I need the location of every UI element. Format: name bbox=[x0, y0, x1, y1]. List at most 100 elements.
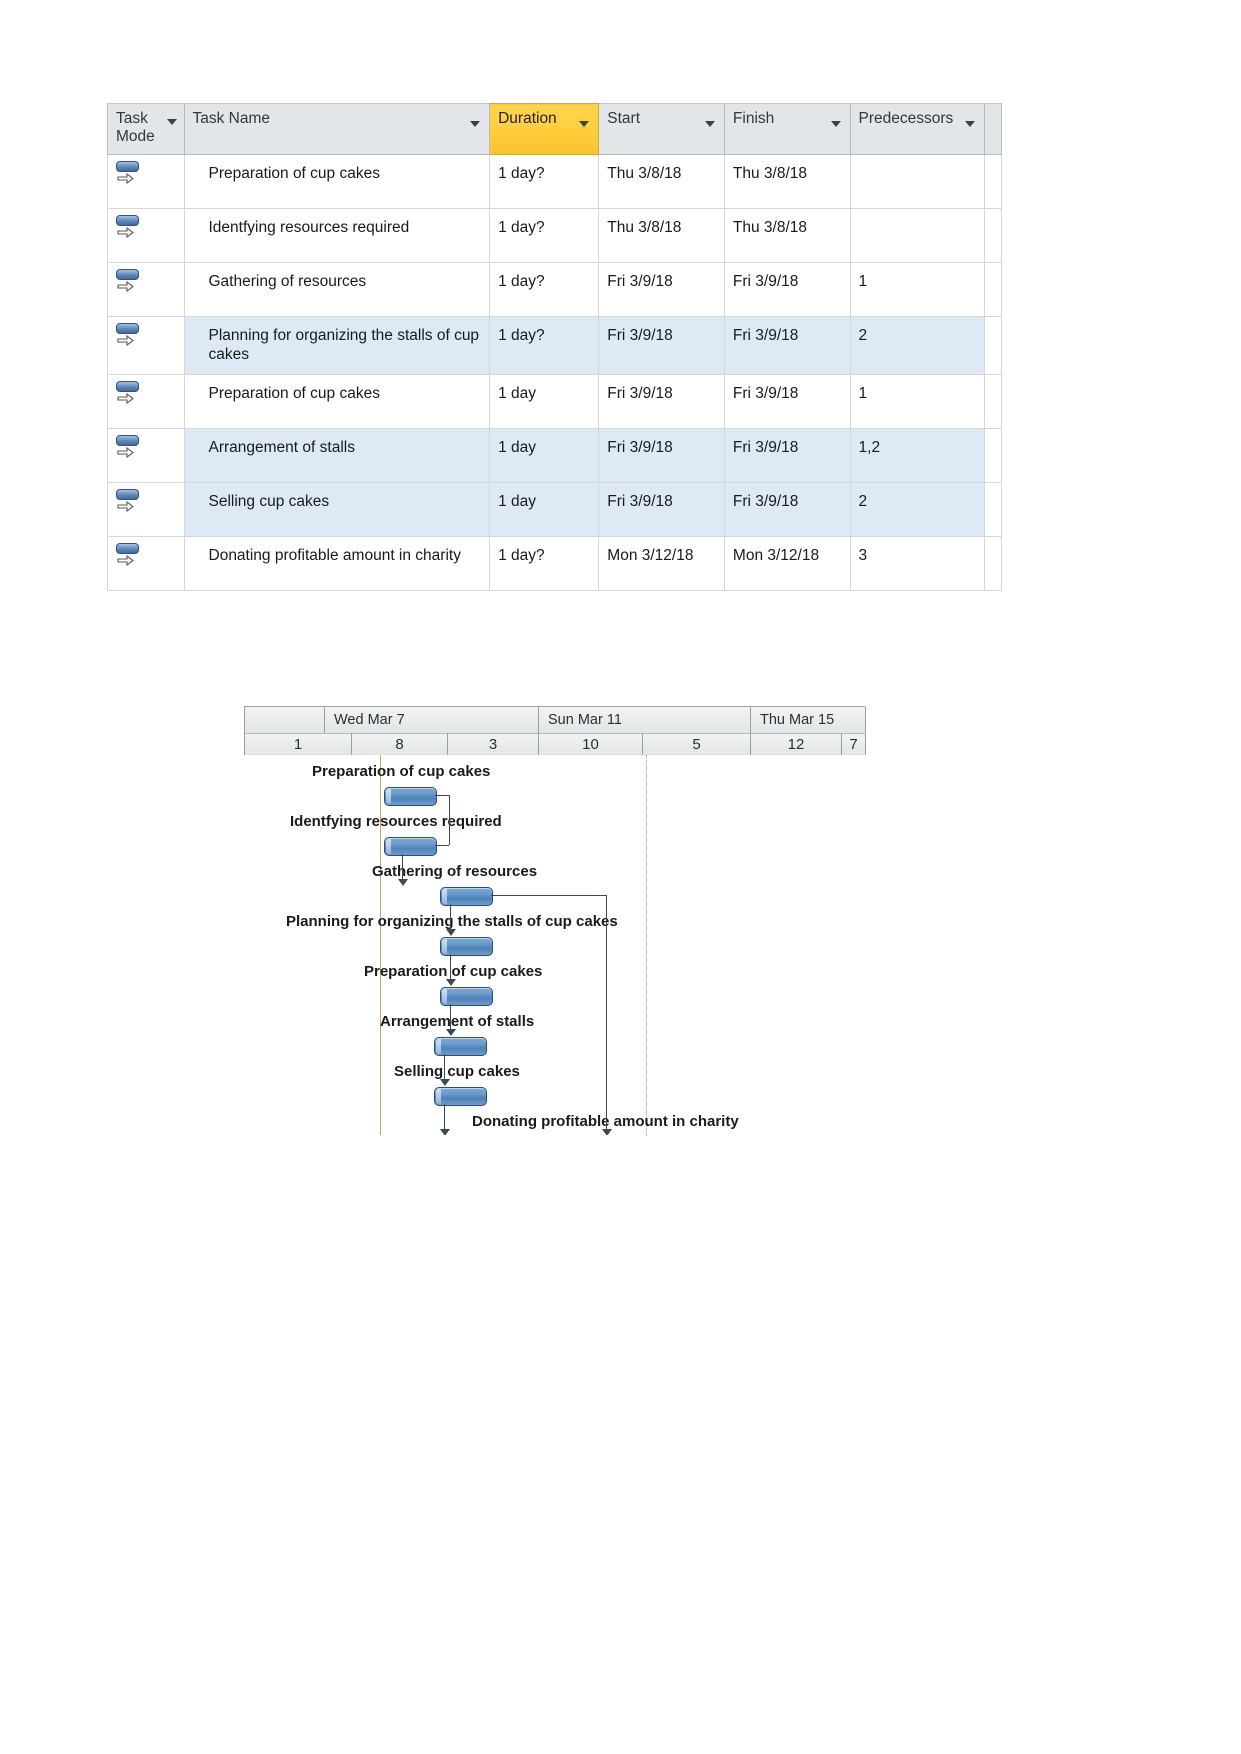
timescale-day-cell: 12 bbox=[751, 733, 842, 755]
cell-finish-text: Fri 3/9/18 bbox=[732, 492, 799, 510]
cell-duration-text: 1 day? bbox=[498, 327, 545, 344]
cell-task-mode[interactable] bbox=[107, 481, 185, 537]
cell-task-mode[interactable] bbox=[107, 262, 185, 317]
cell-start[interactable]: Thu 3/8/18 bbox=[598, 154, 725, 209]
chevron-down-icon[interactable] bbox=[704, 121, 715, 127]
cell-start-text: Fri 3/9/18 bbox=[607, 438, 673, 456]
table-row[interactable]: Planning for organizing the stalls of cu… bbox=[107, 316, 1003, 375]
cell-duration[interactable]: 1 day? bbox=[489, 316, 600, 375]
cell-start[interactable]: Thu 3/8/18 bbox=[598, 208, 725, 263]
cell-finish-text: Mon 3/12/18 bbox=[732, 546, 820, 564]
dependency-arrowhead bbox=[398, 879, 408, 886]
cell-task-name[interactable]: Gathering of resources bbox=[183, 262, 491, 317]
gantt-task-bar[interactable] bbox=[384, 787, 437, 806]
cell-duration[interactable]: 1 day bbox=[489, 481, 600, 537]
cell-start[interactable]: Fri 3/9/18 bbox=[598, 427, 725, 483]
cell-duration-text: 1 day? bbox=[498, 165, 545, 182]
column-header-finish[interactable]: Finish bbox=[723, 103, 851, 155]
cell-predecessors[interactable]: 1,2 bbox=[849, 427, 985, 483]
cell-task-mode[interactable] bbox=[107, 208, 185, 263]
dependency-arrowhead bbox=[440, 1079, 450, 1086]
column-header-task-name[interactable]: Task Name bbox=[183, 103, 491, 155]
cell-task-name-text: Arrangement of stalls bbox=[208, 438, 355, 456]
cell-task-name[interactable]: Preparation of cup cakes bbox=[183, 154, 491, 209]
cell-task-mode[interactable] bbox=[107, 427, 185, 483]
cell-finish-text: Fri 3/9/18 bbox=[732, 273, 799, 290]
cell-predecessors[interactable] bbox=[849, 154, 985, 209]
gantt-task-bar[interactable] bbox=[434, 1037, 487, 1056]
column-header-predecessors[interactable]: Predecessors bbox=[849, 103, 985, 155]
gantt-task-bar[interactable] bbox=[440, 987, 493, 1006]
cell-start[interactable]: Mon 3/12/18 bbox=[598, 535, 725, 591]
cell-start[interactable]: Fri 3/9/18 bbox=[598, 481, 725, 537]
cell-finish[interactable]: Thu 3/8/18 bbox=[723, 208, 851, 263]
cell-task-name[interactable]: Identfying resources required bbox=[183, 208, 491, 263]
cell-start[interactable]: Fri 3/9/18 bbox=[598, 316, 725, 375]
gantt-task-bar[interactable] bbox=[384, 837, 437, 856]
cell-task-name[interactable]: Preparation of cup cakes bbox=[183, 373, 491, 429]
cell-predecessors[interactable]: 2 bbox=[849, 316, 985, 375]
table-row[interactable]: Selling cup cakes 1 day Fri 3/9/18 Fri 3/9/… bbox=[107, 481, 1003, 537]
table-row[interactable]: Preparation of cup cakes 1 day Fri 3/9/18 F… bbox=[107, 373, 1003, 429]
table-row[interactable]: Donating profitable amount in charity 1 d… bbox=[107, 535, 1003, 591]
cell-task-name[interactable]: Donating profitable amount in charity bbox=[183, 535, 491, 591]
cell-duration[interactable]: 1 day? bbox=[489, 535, 600, 591]
cell-duration[interactable]: 1 day? bbox=[489, 154, 600, 209]
cell-partial bbox=[983, 427, 1003, 483]
cell-task-mode[interactable] bbox=[107, 535, 185, 591]
cell-finish[interactable]: Fri 3/9/18 bbox=[723, 427, 851, 483]
cell-start-text: Fri 3/9/18 bbox=[607, 492, 673, 510]
gantt-task-bar[interactable] bbox=[440, 887, 493, 906]
gantt-task-bar[interactable] bbox=[434, 1087, 487, 1106]
column-header-duration[interactable]: Duration bbox=[489, 103, 600, 155]
table-row[interactable]: Preparation of cup cakes 1 day? Thu 3/8/18… bbox=[107, 154, 1003, 209]
cell-duration[interactable]: 1 day bbox=[489, 373, 600, 429]
table-row[interactable]: Gathering of resources 1 day? Fri 3/9/18 Fr… bbox=[107, 262, 1003, 317]
chevron-down-icon[interactable] bbox=[830, 121, 841, 127]
cell-partial bbox=[983, 373, 1003, 429]
cell-task-name[interactable]: Planning for organizing the stalls of cu… bbox=[183, 316, 491, 375]
cell-task-mode[interactable] bbox=[107, 373, 185, 429]
cell-finish[interactable]: Thu 3/8/18 bbox=[723, 154, 851, 209]
column-header-partial[interactable] bbox=[983, 103, 1003, 155]
cell-duration[interactable]: 1 day bbox=[489, 427, 600, 483]
cell-duration-text: 1 day bbox=[498, 438, 537, 456]
cell-finish[interactable]: Fri 3/9/18 bbox=[723, 373, 851, 429]
gantt-task-bar[interactable] bbox=[440, 937, 493, 956]
chevron-down-icon[interactable] bbox=[579, 121, 590, 127]
cell-predecessors[interactable]: 2 bbox=[849, 481, 985, 537]
cell-duration-text: 1 day? bbox=[498, 219, 545, 236]
cell-duration[interactable]: 1 day? bbox=[489, 208, 600, 263]
cell-start-text: Mon 3/12/18 bbox=[607, 546, 694, 564]
column-header-label: Predecessors bbox=[858, 110, 954, 127]
cell-task-name[interactable]: Arrangement of stalls bbox=[183, 427, 491, 483]
cell-task-name[interactable]: Selling cup cakes bbox=[183, 481, 491, 537]
cell-task-mode[interactable] bbox=[107, 154, 185, 209]
timescale-week-cell: Sun Mar 11 bbox=[539, 707, 751, 733]
column-header-start[interactable]: Start bbox=[598, 103, 725, 155]
timescale-day-cell: 1 bbox=[245, 733, 352, 755]
cell-finish[interactable]: Fri 3/9/18 bbox=[723, 481, 851, 537]
column-header-task-mode[interactable]: Task Mode bbox=[107, 103, 185, 155]
table-header-row: Task Mode Task Name Duration Start Finis… bbox=[107, 103, 1003, 155]
dependency-link bbox=[435, 845, 449, 847]
table-row[interactable]: Arrangement of stalls 1 day Fri 3/9/18 Fri … bbox=[107, 427, 1003, 483]
cell-task-mode[interactable] bbox=[107, 316, 185, 375]
cell-predecessors[interactable] bbox=[849, 208, 985, 263]
chevron-down-icon[interactable] bbox=[166, 119, 177, 125]
cell-predecessors[interactable]: 3 bbox=[849, 535, 985, 591]
cell-duration[interactable]: 1 day? bbox=[489, 262, 600, 317]
cell-finish[interactable]: Fri 3/9/18 bbox=[723, 262, 851, 317]
cell-finish[interactable]: Mon 3/12/18 bbox=[723, 535, 851, 591]
chevron-down-icon[interactable] bbox=[470, 121, 481, 127]
cell-predecessors[interactable]: 1 bbox=[849, 262, 985, 317]
dependency-link bbox=[449, 795, 451, 845]
cell-finish[interactable]: Fri 3/9/18 bbox=[723, 316, 851, 375]
cell-start[interactable]: Fri 3/9/18 bbox=[598, 262, 725, 317]
cell-task-name-text: Planning for organizing the stalls of cu… bbox=[208, 327, 480, 364]
cell-duration-text: 1 day? bbox=[498, 546, 545, 564]
table-row[interactable]: Identfying resources required 1 day? Thu 3… bbox=[107, 208, 1003, 263]
cell-predecessors[interactable]: 1 bbox=[849, 373, 985, 429]
chevron-down-icon[interactable] bbox=[964, 121, 975, 127]
cell-start[interactable]: Fri 3/9/18 bbox=[598, 373, 725, 429]
